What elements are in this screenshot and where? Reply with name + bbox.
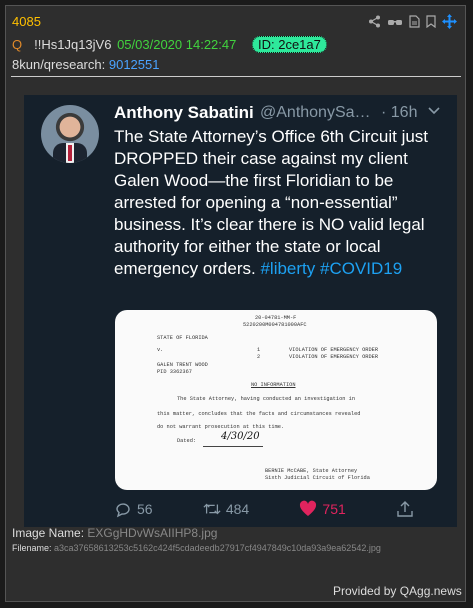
- glasses-icon[interactable]: [387, 16, 403, 31]
- reply-icon: [116, 503, 130, 518]
- board-post-link[interactable]: 9012551: [109, 57, 160, 72]
- like-count: 751: [322, 501, 346, 517]
- doc-barcode-text: 5220200M004781000AFC: [243, 322, 307, 328]
- doc-pid: PID 3362367: [157, 369, 192, 375]
- poster-id-badge[interactable]: ID: 2ce1a7: [251, 36, 327, 53]
- provided-by: Provided by QAgg.news: [333, 584, 462, 598]
- image-name-row: Image Name: EXGgHDvWsAIIHP8.jpg: [12, 526, 217, 540]
- doc-vs: v.: [157, 347, 164, 353]
- image-name-value[interactable]: EXGgHDvWsAIIHP8.jpg: [87, 526, 217, 540]
- tweet-timestamp: · 16h: [381, 104, 418, 121]
- tweet-author-handle: @AnthonySa…: [260, 104, 371, 121]
- reply-action[interactable]: 56: [114, 500, 153, 518]
- post-date: 05/03/2020 14:22:47: [117, 37, 237, 52]
- share-icon[interactable]: [368, 15, 381, 31]
- doc-state: STATE OF FLORIDA: [157, 335, 208, 341]
- retweet-count: 484: [225, 501, 250, 517]
- board-reference: 8kun/qresearch: 9012551: [12, 57, 159, 72]
- doc-body-line1: The State Attorney, having conducted an …: [177, 396, 356, 402]
- tripcode: !!Hs1Jq13jV6: [34, 37, 112, 52]
- post-card: 4085 Q !!Hs1Jq13jV6 05/03/2020 14:22:47 I…: [5, 5, 466, 602]
- tweet-actions: 56 484 751: [114, 500, 414, 518]
- move-arrows-icon[interactable]: [442, 14, 457, 32]
- doc-case-number: 20-04781-MM-F: [255, 315, 297, 321]
- filename-label: Filename:: [12, 543, 52, 553]
- heart-icon: [300, 500, 317, 516]
- doc-defendant: GALEN TRENT WOOD: [157, 362, 208, 368]
- retweet-icon: [203, 503, 221, 515]
- hashtag-covid19: #COVID19: [320, 259, 403, 278]
- avatar: [41, 105, 99, 163]
- doc-date-line: [203, 445, 263, 447]
- board-name: 8kun/qresearch:: [12, 57, 106, 72]
- post-number: 4085: [12, 14, 41, 29]
- tweet-text: The State Attorney’s Office 6th Circuit …: [114, 126, 449, 280]
- tripcode-marker: Q: [12, 37, 23, 52]
- image-name-label: Image Name:: [12, 526, 85, 540]
- filename-value[interactable]: a3ca37658613253c5162c424f5cdadeedb27917c…: [54, 543, 381, 553]
- doc-count2: VIOLATION OF EMERGENCY ORDER: [289, 354, 379, 360]
- doc-body-line3: do not warrant prosecution at this time.: [157, 424, 285, 430]
- filename-row: Filename: a3ca37658613253c5162c424f5cdad…: [12, 543, 381, 553]
- doc-count1: VIOLATION OF EMERGENCY ORDER: [289, 347, 379, 353]
- doc-heading: NO INFORMATION: [251, 382, 296, 388]
- share-action[interactable]: [396, 500, 414, 518]
- doc-dated-value: 4/30/20: [221, 431, 260, 442]
- provided-link[interactable]: QAgg.news: [400, 584, 462, 598]
- upload-share-icon: [397, 501, 413, 517]
- document-icon[interactable]: [409, 15, 420, 31]
- doc-count2-num: 2: [257, 354, 261, 360]
- like-action[interactable]: 751: [299, 500, 346, 518]
- post-header: Q !!Hs1Jq13jV6 05/03/2020 14:22:47 ID: 2c…: [12, 36, 327, 53]
- court-document-image: 20-04781-MM-F 5220200M004781000AFC STATE…: [115, 310, 437, 490]
- divider: [11, 76, 461, 77]
- chevron-down-icon: [428, 102, 440, 118]
- tweet-body: The State Attorney’s Office 6th Circuit …: [114, 127, 429, 278]
- provided-prefix: Provided by: [333, 584, 397, 598]
- reply-count: 56: [137, 501, 153, 517]
- hashtag-liberty: #liberty: [260, 259, 316, 278]
- doc-body-line2: this matter, concludes that the facts an…: [157, 411, 361, 417]
- doc-count1-num: 1: [257, 347, 261, 353]
- bookmark-icon[interactable]: [426, 15, 436, 31]
- tweet-author-name: Anthony Sabatini: [114, 103, 254, 122]
- tweet-screenshot[interactable]: Anthony Sabatini @AnthonySa… · 16h The S…: [24, 95, 457, 527]
- doc-dated-label: Dated:: [177, 438, 197, 444]
- post-toolbar: [368, 14, 457, 32]
- doc-signer-office: Sixth Judicial Circuit of Florida: [265, 475, 370, 481]
- retweet-action[interactable]: 484: [203, 500, 249, 518]
- doc-signer: BERNIE McCABE, State Attorney: [265, 468, 358, 474]
